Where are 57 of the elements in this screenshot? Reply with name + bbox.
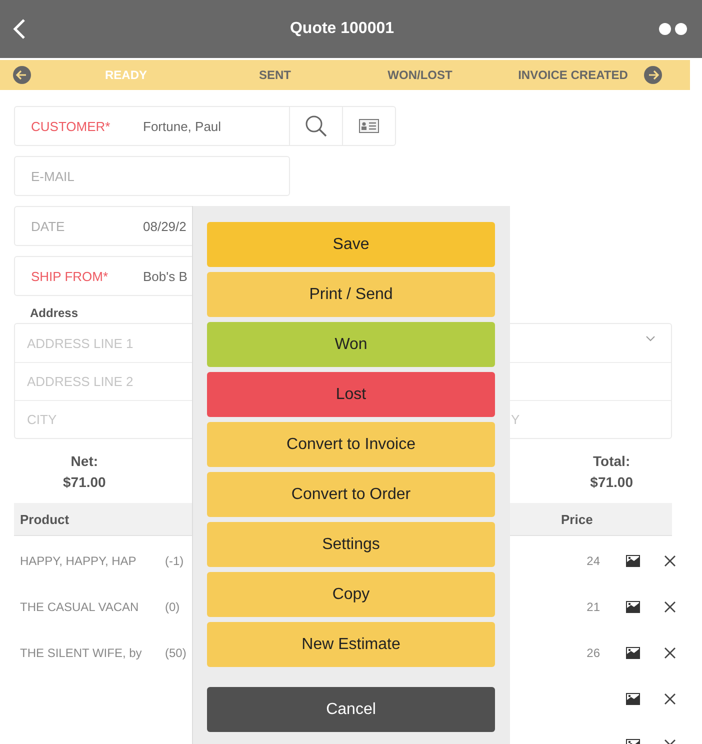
more-icon[interactable] bbox=[658, 22, 688, 36]
total-label: Total: bbox=[593, 452, 630, 471]
table-cell: 21 bbox=[586, 600, 600, 614]
field-label: SHIP FROM* bbox=[31, 268, 110, 284]
column-header: Product bbox=[19, 512, 70, 526]
screen-title: Quote 100001 bbox=[290, 20, 394, 38]
search-button[interactable] bbox=[290, 106, 343, 146]
menu-button[interactable]: Print / Send bbox=[207, 272, 495, 317]
table-cell: THE CASUAL VACAN bbox=[20, 600, 139, 614]
field-value: 08/29/2 bbox=[143, 218, 186, 234]
close-icon[interactable] bbox=[664, 647, 676, 659]
total-label: Net: bbox=[70, 452, 98, 471]
menu-button[interactable]: Cancel bbox=[207, 687, 495, 732]
field-placeholder: CITY bbox=[27, 412, 57, 427]
close-icon[interactable] bbox=[664, 555, 676, 567]
menu-button[interactable]: Convert to Invoice bbox=[207, 422, 495, 467]
table-cell: (50) bbox=[165, 646, 186, 660]
image-icon[interactable] bbox=[626, 601, 640, 613]
image-icon[interactable] bbox=[626, 693, 640, 705]
back-icon[interactable] bbox=[12, 18, 26, 40]
chevron-down-icon[interactable] bbox=[646, 336, 655, 342]
total-value: $71.00 bbox=[63, 473, 106, 492]
field-label: E-MAIL bbox=[31, 168, 76, 184]
menu-button[interactable]: Save bbox=[207, 222, 495, 267]
menu-button[interactable]: Won bbox=[207, 322, 495, 367]
close-icon[interactable] bbox=[664, 693, 676, 705]
field-placeholder: Y bbox=[511, 412, 520, 427]
column-header: Price bbox=[561, 512, 593, 526]
status-step[interactable]: INVOICE CREATED bbox=[511, 68, 635, 82]
total-value: $71.00 bbox=[590, 473, 633, 492]
contact-card-button[interactable] bbox=[343, 106, 396, 146]
field-placeholder: ADDRESS LINE 2 bbox=[27, 374, 134, 389]
id-card-icon[interactable] bbox=[359, 119, 379, 133]
field-value: Bob's B bbox=[143, 268, 188, 284]
table-cell: (0) bbox=[165, 600, 180, 614]
section-title: Address bbox=[29, 305, 80, 318]
menu-button[interactable]: New Estimate bbox=[207, 622, 495, 667]
menu-button[interactable]: Convert to Order bbox=[207, 472, 495, 517]
menu-button[interactable]: Settings bbox=[207, 522, 495, 567]
table-cell: THE SILENT WIFE, by bbox=[20, 646, 142, 660]
image-icon[interactable] bbox=[626, 647, 640, 659]
menu-button[interactable]: Copy bbox=[207, 572, 495, 617]
table-cell: 26 bbox=[586, 646, 600, 660]
image-icon[interactable] bbox=[626, 555, 640, 567]
search-icon[interactable] bbox=[305, 115, 327, 137]
field-label: DATE bbox=[31, 218, 66, 234]
close-icon[interactable] bbox=[664, 601, 676, 613]
status-step[interactable]: WON/LOST bbox=[329, 68, 511, 82]
field-label: CUSTOMER* bbox=[31, 118, 112, 134]
field-placeholder: ADDRESS LINE 1 bbox=[27, 336, 134, 350]
form-field[interactable]: CUSTOMER* Fortune, Paul bbox=[14, 106, 290, 146]
field-value: Fortune, Paul bbox=[143, 118, 222, 134]
status-step[interactable]: SENT bbox=[221, 68, 329, 82]
table-cell: 24 bbox=[586, 554, 600, 568]
table-cell: (-1) bbox=[165, 554, 184, 568]
menu-button[interactable]: Lost bbox=[207, 372, 495, 417]
table-cell: HAPPY, HAPPY, HAP bbox=[20, 554, 136, 568]
